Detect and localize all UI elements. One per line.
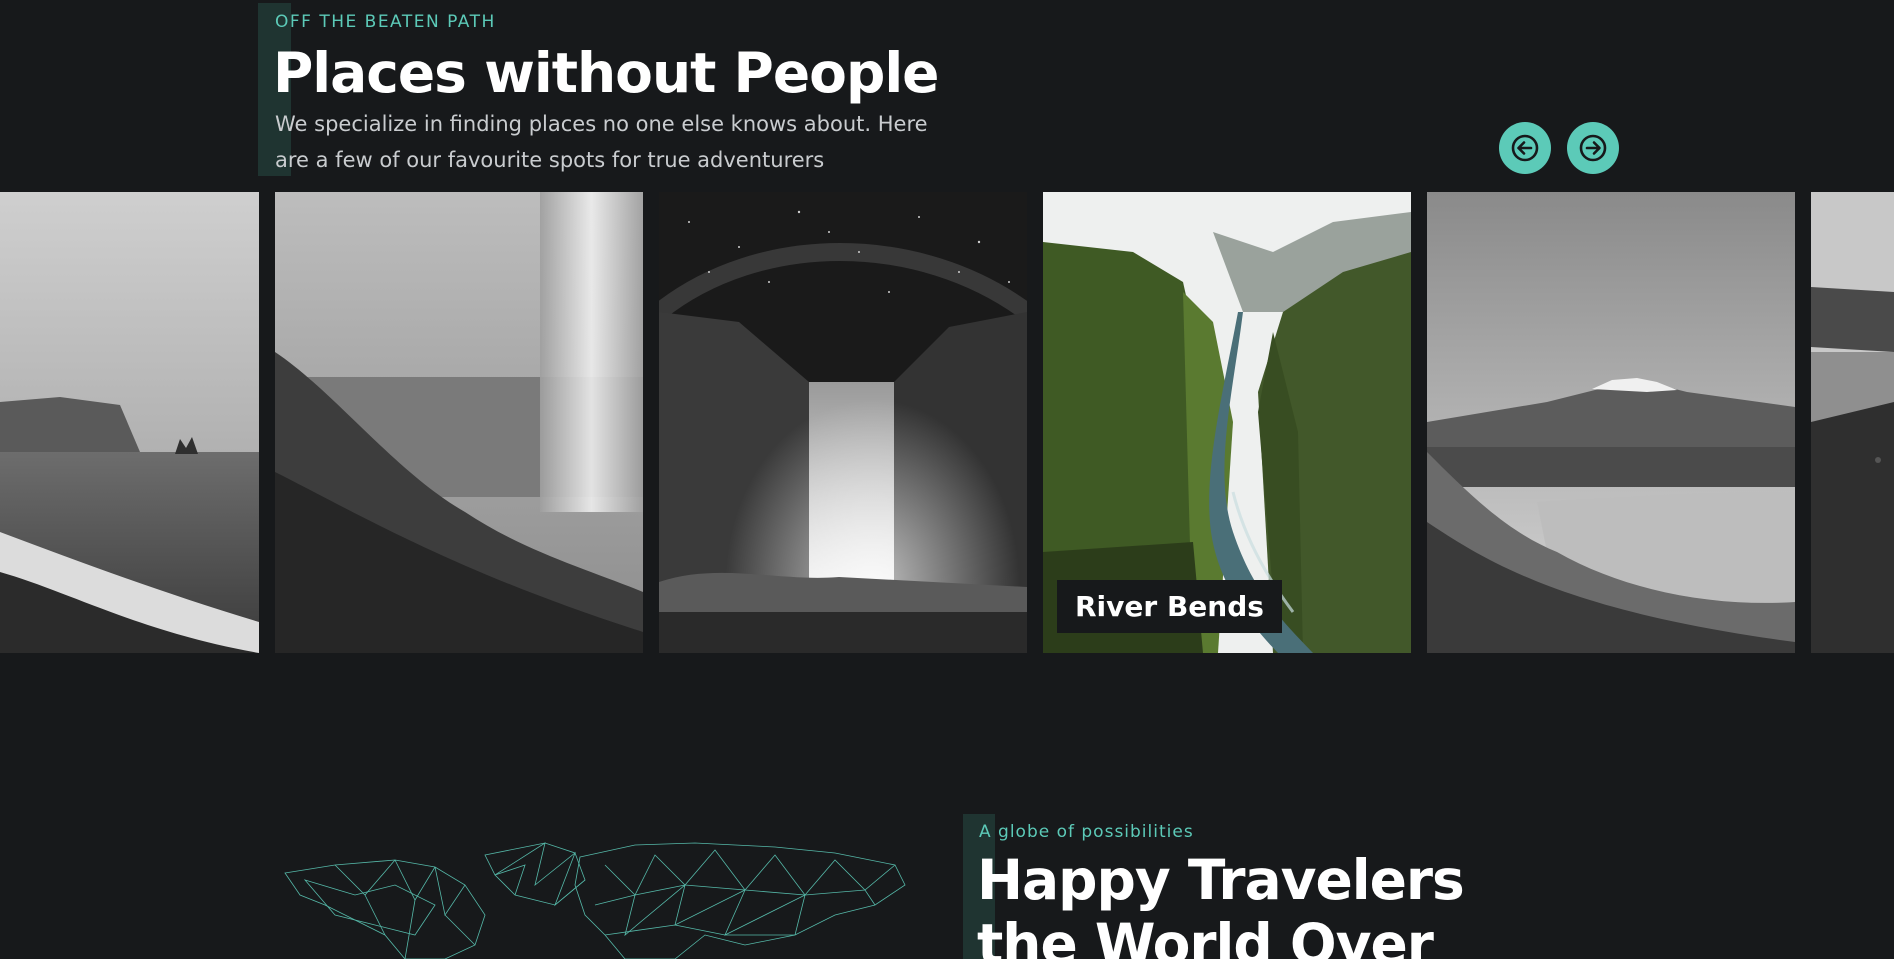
- section-description-line-1: We specialize in finding places no one e…: [275, 112, 928, 136]
- arrow-left-circle-icon: [1511, 134, 1539, 162]
- beach-photo: [0, 192, 259, 653]
- travelers-title-line-1: Happy Travelers: [977, 848, 1465, 912]
- arrow-right-circle-icon: [1579, 134, 1607, 162]
- night-waterfall-photo: [659, 192, 1027, 653]
- gallery-card-night-waterfall[interactable]: [659, 192, 1027, 653]
- section-title: Places without People: [273, 41, 939, 105]
- gallery-card-waterfall-cliff[interactable]: [275, 192, 643, 653]
- places-section: OFF THE BEATEN PATH Places without Peopl…: [0, 0, 1894, 959]
- card-label: River Bends: [1057, 580, 1282, 633]
- prev-button[interactable]: [1499, 122, 1551, 174]
- mountain-lake-photo: [1427, 192, 1795, 653]
- gallery-card-mountain-lake[interactable]: [1427, 192, 1795, 653]
- world-map-mesh: [284, 842, 906, 959]
- waterfall-cliff-photo: [275, 192, 643, 653]
- section-eyebrow: OFF THE BEATEN PATH: [275, 12, 496, 32]
- section-description-line-2: are a few of our favourite spots for tru…: [275, 148, 825, 172]
- gallery-card-beach[interactable]: [0, 192, 259, 653]
- next-button[interactable]: [1567, 122, 1619, 174]
- coast-cliffs-photo: [1811, 192, 1894, 653]
- travelers-title-line-2: the World Over: [977, 912, 1434, 959]
- gallery-card-green-canyon[interactable]: River Bends: [1043, 192, 1411, 653]
- travelers-eyebrow: A globe of possibilities: [979, 822, 1194, 842]
- gallery-card-coast-cliffs[interactable]: [1811, 192, 1894, 653]
